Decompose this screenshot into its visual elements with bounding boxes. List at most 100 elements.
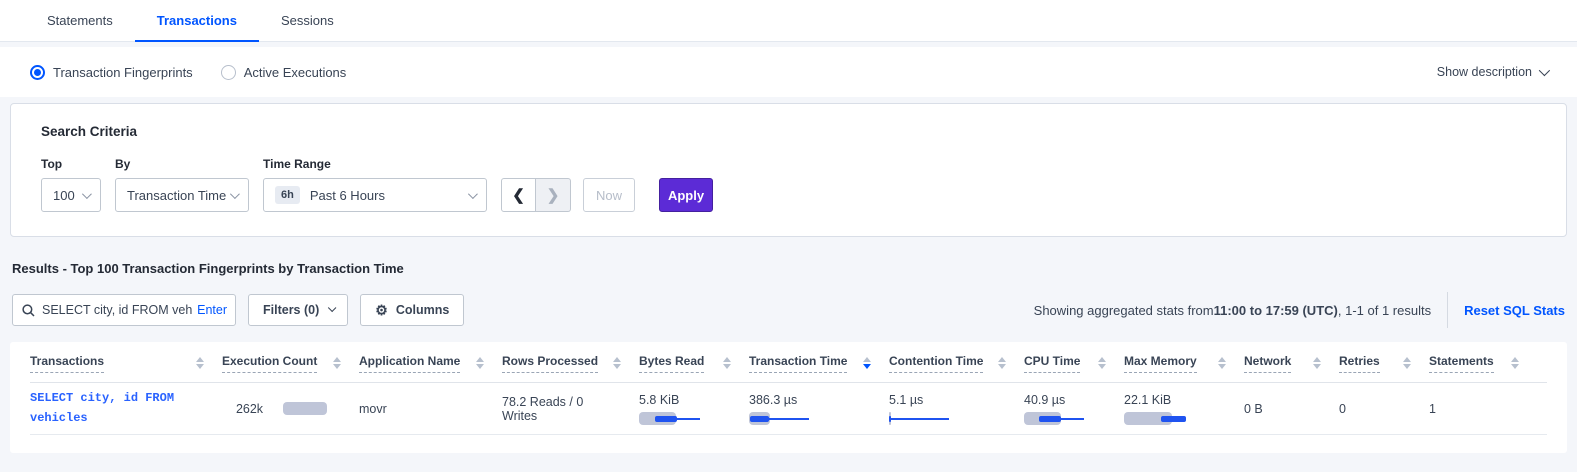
sql-search-box[interactable]: Enter [12,294,236,326]
results-controls-row: Enter Filters (0) ⚙ Columns Showing aggr… [12,292,1565,328]
results-table-card: Transactions Execution CountApplication N… [10,342,1567,453]
columns-button[interactable]: ⚙ Columns [360,294,464,326]
sort-icon[interactable] [1403,354,1411,369]
cell-value: 262k [236,402,263,416]
cell-retries: 0 [1339,383,1429,434]
radio-label: Active Executions [244,65,347,80]
reset-sql-stats-link[interactable]: Reset SQL Stats [1464,303,1565,318]
sort-icon[interactable] [1511,354,1519,369]
radio-unselected-icon[interactable] [221,65,236,80]
sort-icon[interactable] [863,354,871,369]
cell-value: 1 [1429,402,1519,416]
radio-selected-icon[interactable] [30,65,45,80]
cell-transaction_time: 386.3 µs [749,383,889,434]
table-row: SELECT city, id FROM vehicles 262k movr 78.… [30,383,1547,435]
cell-bytes_read: 5.8 KiB [639,383,749,434]
cell-value: 22.1 KiB [1124,393,1226,407]
chevron-down-icon [82,189,92,199]
table-header-row: Transactions Execution CountApplication N… [30,354,1547,383]
column-label: Network [1244,354,1291,373]
cell-application_name: movr [359,383,502,434]
results-heading: Results - Top 100 Transaction Fingerprin… [12,261,1565,276]
tab-statements[interactable]: Statements [25,0,135,41]
column-header-contention_time[interactable]: Contention Time [889,354,1024,373]
sort-icon[interactable] [1098,354,1106,369]
sort-icon[interactable] [998,354,1006,369]
column-header-bytes_read[interactable]: Bytes Read [639,354,749,373]
transaction-fingerprint-link[interactable]: SELECT city, id FROM vehicles [30,389,180,427]
aggregated-stats-text: Showing aggregated stats from 11:00 to 1… [1034,303,1431,318]
search-criteria-card: Search Criteria Top 100 By Transaction T… [10,103,1567,237]
sort-icon[interactable] [333,354,341,369]
tab-transactions[interactable]: Transactions [135,0,259,41]
column-label: Application Name [359,354,460,373]
time-range-prev-button[interactable]: ❮ [501,178,536,212]
filters-label: Filters (0) [263,303,319,317]
count-bar [283,402,327,415]
by-select[interactable]: Transaction Time [115,178,249,212]
search-criteria-title: Search Criteria [41,124,1536,139]
cell-statements: 1 [1429,383,1537,434]
sort-icon[interactable] [1218,354,1226,369]
search-input[interactable] [42,303,193,317]
metric-bar-chart [639,412,709,425]
column-header-max_memory[interactable]: Max Memory [1124,354,1244,373]
cell-cpu_time: 40.9 µs [1024,383,1124,434]
cell-value: 0 [1339,402,1411,416]
metric-bar-chart [749,412,819,425]
show-description-label: Show description [1437,65,1532,79]
apply-button[interactable]: Apply [659,178,713,212]
radio-transaction-fingerprints[interactable]: Transaction Fingerprints [30,65,193,80]
cell-max_memory: 22.1 KiB [1124,383,1244,434]
cell-value: 5.8 KiB [639,393,731,407]
metric-bar-chart [1024,412,1094,425]
column-header-rows_processed[interactable]: Rows Processed [502,354,639,373]
cell-value: 5.1 µs [889,393,1006,407]
chevron-down-icon [468,189,478,199]
sort-icon[interactable] [723,354,731,369]
sort-icon[interactable] [476,354,484,369]
column-header-transactions[interactable]: Transactions [30,354,222,373]
cell-value: movr [359,402,484,416]
column-header-execution_count[interactable]: Execution Count [222,354,359,373]
top-select[interactable]: 100 [41,178,101,212]
by-select-value: Transaction Time [127,188,226,203]
sort-icon[interactable] [1313,354,1321,369]
cell-value: 40.9 µs [1024,393,1106,407]
enter-hint: Enter [197,303,227,317]
cell-value: 0 B [1244,402,1321,416]
time-range-select[interactable]: 6h Past 6 Hours [263,178,487,212]
column-label: Retries [1339,354,1380,373]
cell-contention_time: 5.1 µs [889,383,1024,434]
stats-prefix: Showing aggregated stats from [1034,303,1214,318]
column-header-cpu_time[interactable]: CPU Time [1024,354,1124,373]
search-icon [22,304,35,317]
tab-sessions[interactable]: Sessions [259,0,356,41]
sort-icon[interactable] [613,354,621,369]
now-button[interactable]: Now [583,178,635,212]
cell-value: 78.2 Reads / 0 Writes [502,395,621,423]
column-header-retries[interactable]: Retries [1339,354,1429,373]
column-header-transaction_time[interactable]: Transaction Time [749,354,889,373]
column-header-statements[interactable]: Statements [1429,354,1537,373]
column-header-application_name[interactable]: Application Name [359,354,502,373]
cell-rows_processed: 78.2 Reads / 0 Writes [502,383,639,434]
top-select-value: 100 [53,188,75,203]
filters-button[interactable]: Filters (0) [248,294,348,326]
view-toggle-band: Transaction Fingerprints Active Executio… [0,47,1577,97]
column-header-network[interactable]: Network [1244,354,1339,373]
sort-icon[interactable] [196,354,204,369]
column-label: Contention Time [889,354,983,373]
column-label: Statements [1429,354,1494,373]
chevron-down-icon [230,189,240,199]
show-description-toggle[interactable]: Show description [1437,65,1547,79]
radio-active-executions[interactable]: Active Executions [221,65,347,80]
metric-bar-chart [889,412,959,425]
column-label: Transactions [30,354,104,373]
time-range-label: Time Range [263,157,487,171]
time-range-value: Past 6 Hours [310,188,385,203]
time-range-next-button[interactable]: ❯ [536,178,571,212]
column-label: Bytes Read [639,354,704,373]
chevron-down-icon [1539,65,1550,76]
time-range-badge: 6h [275,186,300,204]
